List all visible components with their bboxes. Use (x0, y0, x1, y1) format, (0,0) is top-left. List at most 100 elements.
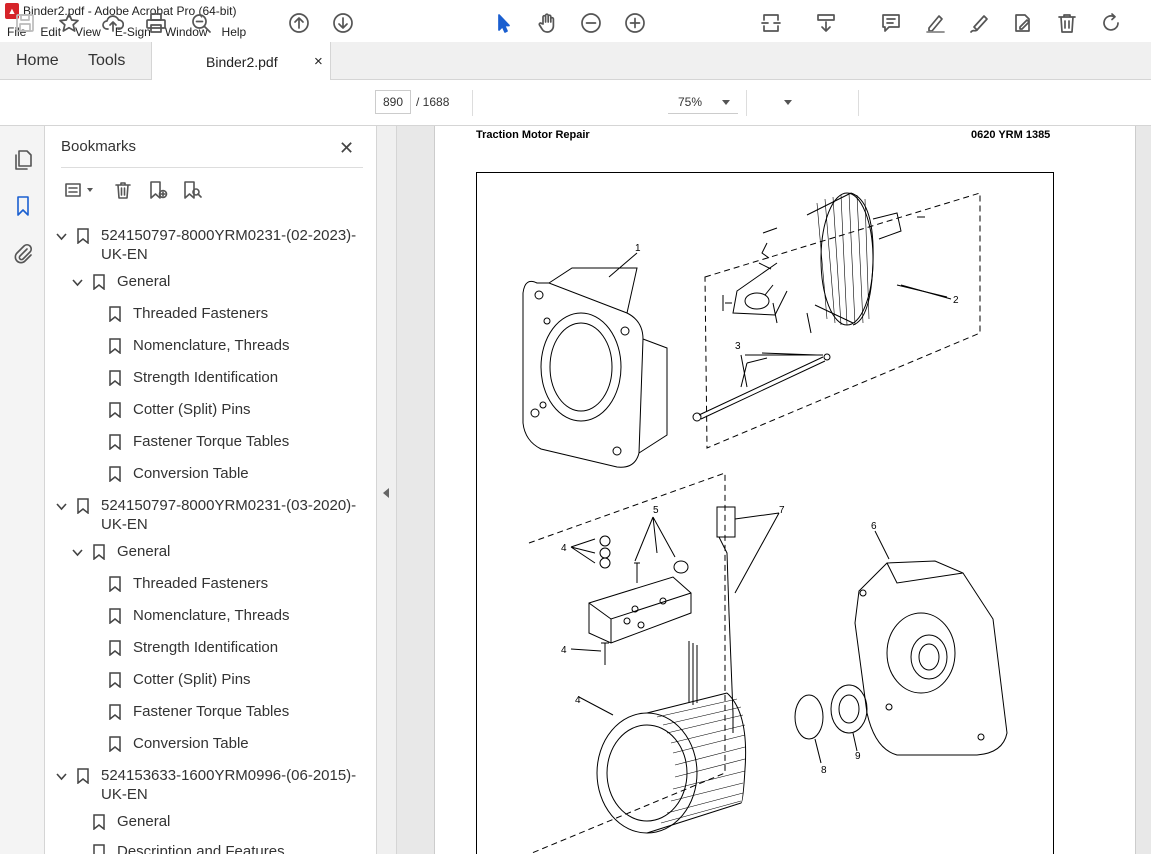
zoom-search-icon[interactable] (188, 10, 214, 36)
bookmark-label-cont: UK-EN (101, 516, 148, 533)
attachments-paperclip-icon[interactable] (10, 240, 36, 266)
page-number-input[interactable]: 890 (375, 90, 411, 114)
highlight-pen-icon[interactable] (922, 10, 948, 36)
bookmark-label: 524153633-1600YRM0996-(06-2015)- (101, 767, 357, 784)
close-tab-icon[interactable]: × (314, 53, 323, 70)
page-fit-icon[interactable] (758, 10, 784, 36)
menu-help[interactable]: Help (215, 25, 254, 39)
bookmark-label: Threaded Fasteners (133, 575, 269, 592)
bookmark-label: Threaded Fasteners (133, 305, 269, 322)
document-viewer[interactable]: Traction Motor Repair 0620 YRM 1385 1 2 … (397, 126, 1151, 854)
new-bookmark-icon[interactable] (145, 178, 171, 202)
tab-home[interactable]: Home (16, 42, 59, 80)
bookmark-label: Nomenclature, Threads (133, 607, 290, 624)
bookmark-label: Conversion Table (133, 465, 249, 482)
bookmark-icon (93, 272, 107, 292)
chevron-down-icon[interactable] (784, 100, 792, 105)
bookmark-label: Strength Identification (133, 639, 279, 656)
bookmark-icon (93, 542, 107, 562)
bookmarks-panel-icon[interactable] (10, 193, 36, 219)
callout-2: 2 (953, 295, 959, 306)
bookmark-options-icon[interactable] (59, 178, 97, 202)
edit-pdf-icon[interactable] (1010, 10, 1036, 36)
find-bookmark-icon[interactable] (179, 178, 205, 202)
next-page-icon[interactable] (330, 10, 356, 36)
callout-1: 1 (635, 243, 641, 254)
bookmark-icon (109, 702, 123, 722)
callout-6: 6 (871, 521, 877, 532)
zoom-out-icon[interactable] (578, 10, 604, 36)
bookmark-icon (109, 336, 123, 356)
exploded-view-illustration: 1 2 3 4 4 4 5 6 7 8 9 (476, 172, 1054, 854)
rotate-icon[interactable] (1098, 10, 1124, 36)
bookmark-label: 524150797-8000YRM0231-(02-2023)- (101, 227, 357, 244)
chevron-down-icon[interactable] (55, 766, 67, 786)
callout-4: 4 (561, 645, 567, 656)
page-thumbnails-icon[interactable] (10, 147, 36, 173)
bookmark-icon (109, 400, 123, 420)
hand-tool-icon[interactable] (534, 10, 560, 36)
upload-cloud-icon[interactable] (100, 10, 126, 36)
bookmark-icon (109, 304, 123, 324)
panel-collapse-handle[interactable] (377, 126, 397, 854)
print-icon[interactable] (143, 10, 169, 36)
bookmark-icon (109, 464, 123, 484)
panel-title: Bookmarks (61, 138, 137, 155)
bookmark-label: Strength Identification (133, 369, 279, 386)
chevron-down-icon[interactable] (71, 272, 83, 292)
toolbar-divider (858, 90, 859, 116)
bookmark-icon (109, 734, 123, 754)
zoom-in-icon[interactable] (622, 10, 648, 36)
callout-labels: 1 2 3 4 4 4 5 6 7 8 9 (561, 243, 959, 776)
callout-3: 3 (735, 341, 741, 352)
chevron-down-icon (86, 188, 93, 192)
callout-4: 4 (575, 695, 581, 706)
chevron-down-icon[interactable] (55, 496, 67, 516)
panel-divider (61, 167, 363, 168)
delete-bookmark-icon[interactable] (111, 178, 135, 202)
bookmark-label: 524150797-8000YRM0231-(03-2020)- (101, 497, 357, 514)
bookmark-label: Cotter (Split) Pins (133, 401, 251, 418)
document-tab-label: Binder2.pdf (206, 53, 278, 70)
bookmark-icon (77, 226, 91, 246)
chevron-down-icon[interactable] (722, 100, 730, 105)
comment-icon[interactable] (878, 10, 904, 36)
bookmark-label: General (117, 273, 171, 290)
bookmarks-panel: Bookmarks ✕ 524150797-8000YRM0231-(02-20… (45, 126, 415, 854)
main-toolbar (0, 80, 1151, 126)
bookmark-icon (77, 496, 91, 516)
bookmark-star-icon[interactable] (56, 10, 82, 36)
tab-document[interactable]: Binder2.pdf × (151, 42, 331, 81)
callout-7: 7 (779, 505, 785, 516)
bookmark-label: Fastener Torque Tables (133, 433, 290, 450)
scroll-mode-icon[interactable] (813, 10, 839, 36)
close-icon[interactable]: ✕ (339, 138, 354, 159)
delete-trash-icon[interactable] (1054, 10, 1080, 36)
chevron-down-icon[interactable] (71, 542, 83, 562)
bookmark-label: Nomenclature, Threads (133, 337, 290, 354)
bookmark-label-cont: UK-EN (101, 786, 148, 803)
previous-page-icon[interactable] (286, 10, 312, 36)
bookmark-label-cont: UK-EN (101, 246, 148, 263)
bookmark-label: General (117, 813, 171, 830)
bookmark-label: General (117, 543, 171, 560)
select-cursor-icon[interactable] (490, 10, 516, 36)
sign-pen-icon[interactable] (966, 10, 992, 36)
callout-5: 5 (653, 505, 659, 516)
page-header-code: 0620 YRM 1385 (971, 129, 1051, 141)
callout-4: 4 (561, 543, 567, 554)
pdf-page: Traction Motor Repair 0620 YRM 1385 1 2 … (434, 126, 1136, 854)
bookmark-label: Conversion Table (133, 735, 249, 752)
tab-tools[interactable]: Tools (88, 42, 125, 80)
collapse-arrow-icon[interactable] (383, 488, 389, 498)
bookmark-label: Cotter (Split) Pins (133, 671, 251, 688)
chevron-down-icon[interactable] (55, 226, 67, 246)
save-icon[interactable] (12, 10, 38, 36)
callout-8: 8 (821, 765, 827, 776)
bookmark-icon (77, 766, 91, 786)
bookmark-label: Fastener Torque Tables (133, 703, 290, 720)
left-rail (0, 126, 45, 854)
page-total: / 1688 (416, 95, 450, 109)
traction-motor-diagram: 1 2 3 4 4 4 5 6 7 8 9 (522, 192, 1008, 854)
bookmark-icon (109, 638, 123, 658)
